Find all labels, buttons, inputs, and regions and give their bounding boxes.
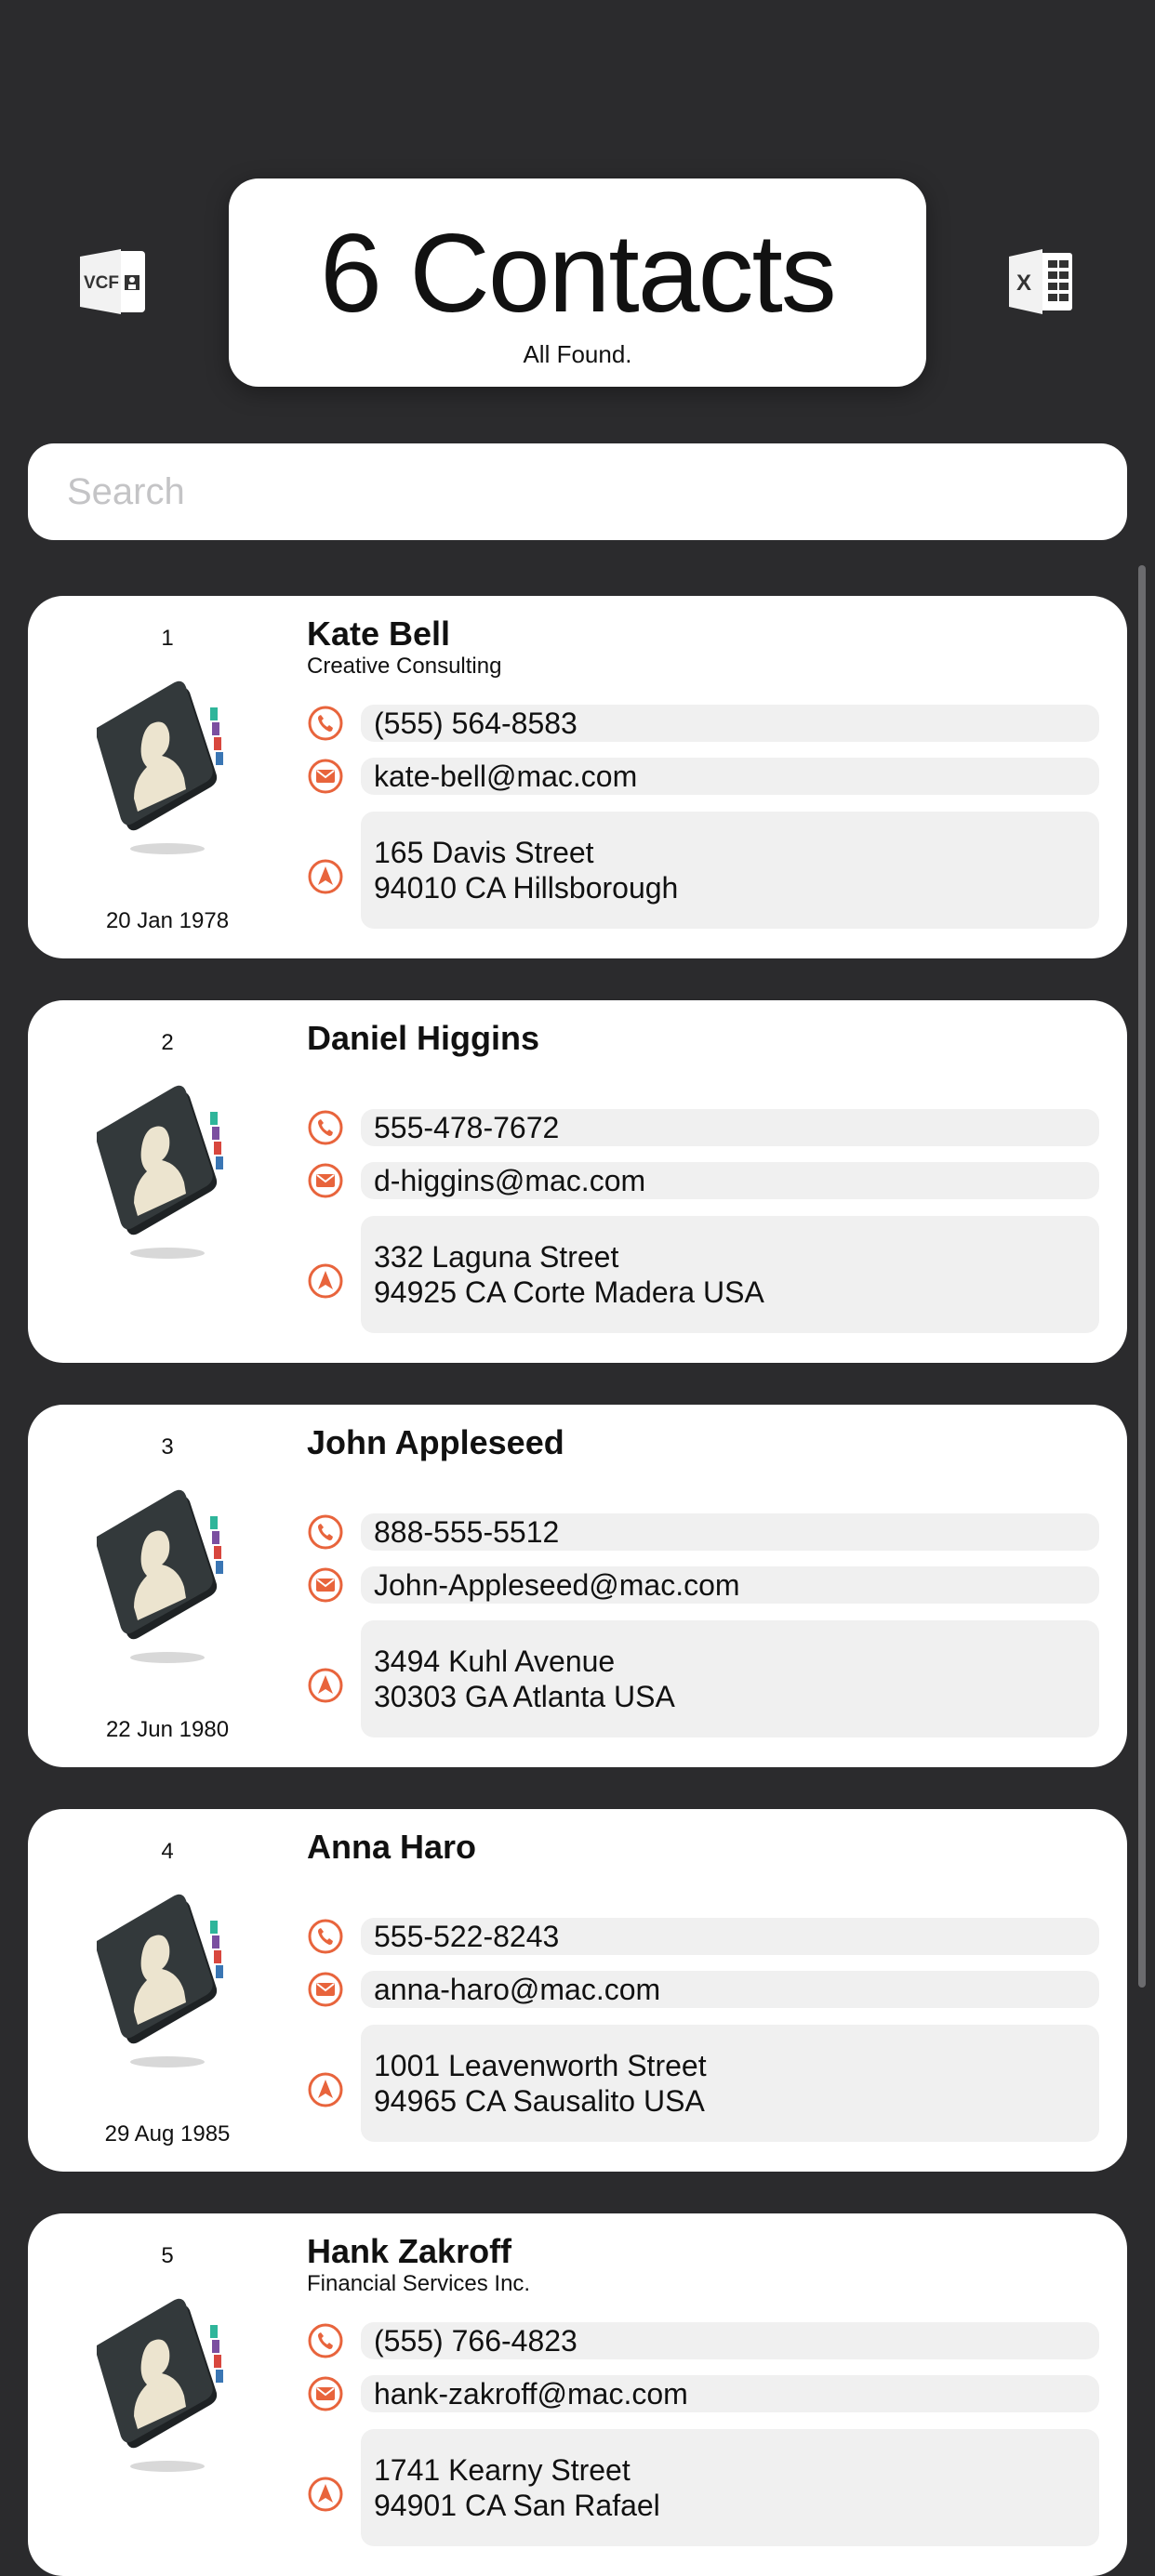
phone-icon[interactable] [307,705,344,742]
contact-name: Daniel Higgins [307,1019,540,1057]
contact-name: Hank Zakroff [307,2232,512,2270]
scrollbar-thumb[interactable] [1138,565,1146,1988]
contact-company: Creative Consulting [307,654,502,679]
contact-birthday: 20 Jan 1978 [105,908,230,933]
excel-export-button[interactable]: X [1002,244,1079,320]
contact-phone[interactable]: 888-555-5512 [361,1513,1099,1551]
address-line-2: 30303 GA Atlanta USA [374,1680,675,1713]
contact-index: 3 [161,1434,174,1460]
address-line-2: 94010 CA Hillsborough [374,871,679,905]
contact-address[interactable]: 165 Davis Street 94010 CA Hillsborough [361,812,1099,929]
contact-address[interactable]: 1741 Kearny Street 94901 CA San Rafael [361,2429,1099,2546]
contact-card[interactable]: 1 20 Jan 1978 Kate Bell Creative Consult… [28,596,1127,958]
contact-name: Anna Haro [307,1828,477,1866]
contact-email[interactable]: hank-zakroff@mac.com [361,2375,1099,2412]
contacts-count-title: 6 Contacts [320,211,837,336]
contact-birthday: 22 Jun 1980 [105,1717,230,1742]
contact-avatar-icon [97,1489,223,1663]
contact-index: 1 [161,626,174,651]
address-line-1: 3494 Kuhl Avenue [374,1645,616,1678]
contact-birthday: 29 Aug 1985 [104,2121,231,2147]
contact-card[interactable]: 3 22 Jun 1980 John Appleseed 888-555-551… [28,1405,1127,1767]
search-bar[interactable] [28,443,1127,540]
excel-label: X [1016,271,1031,296]
contact-card[interactable]: 4 29 Aug 1985 Anna Haro 555-522-8243 ann… [28,1809,1127,2172]
vcf-label: VCF [84,273,119,293]
phone-icon[interactable] [307,1918,344,1955]
email-icon[interactable] [307,2375,344,2412]
contact-phone[interactable]: 555-522-8243 [361,1918,1099,1955]
contact-index: 2 [161,1030,174,1055]
location-arrow-icon[interactable] [307,858,344,895]
address-line-2: 94901 CA San Rafael [374,2489,660,2522]
location-arrow-icon[interactable] [307,1667,344,1704]
phone-icon[interactable] [307,1109,344,1146]
contact-address[interactable]: 332 Laguna Street 94925 CA Corte Madera … [361,1216,1099,1333]
contact-email[interactable]: anna-haro@mac.com [361,1971,1099,2008]
location-arrow-icon[interactable] [307,2071,344,2108]
address-line-2: 94925 CA Corte Madera USA [374,1275,764,1309]
vcf-file-icon: VCF [80,249,145,314]
contact-name: John Appleseed [307,1423,564,1461]
contact-address[interactable]: 3494 Kuhl Avenue 30303 GA Atlanta USA [361,1620,1099,1737]
search-input[interactable] [65,469,1090,514]
address-line-1: 1741 Kearny Street [374,2453,631,2487]
contact-index: 4 [161,1839,174,1864]
email-icon[interactable] [307,1566,344,1604]
address-line-1: 165 Davis Street [374,836,594,869]
contact-index: 5 [161,2243,174,2268]
address-line-1: 1001 Leavenworth Street [374,2049,707,2082]
location-arrow-icon[interactable] [307,1262,344,1300]
contacts-count-card: 6 Contacts All Found. [229,178,926,387]
vcf-export-button[interactable]: VCF [75,244,152,320]
contact-email[interactable]: kate-bell@mac.com [361,758,1099,795]
contact-card[interactable]: 2 Daniel Higgins 555-478-7672 d-higgins@… [28,1000,1127,1363]
contact-card[interactable]: 5 Hank Zakroff Financial Services Inc. (… [28,2213,1127,2576]
address-line-2: 94965 CA Sausalito USA [374,2084,705,2118]
excel-file-icon: X [1009,249,1072,314]
contacts-status-subtitle: All Found. [523,340,632,368]
contact-company: Financial Services Inc. [307,2271,531,2296]
email-icon[interactable] [307,1162,344,1199]
phone-icon[interactable] [307,2322,344,2359]
contact-phone[interactable]: (555) 564-8583 [361,705,1099,742]
contact-avatar-icon [97,1894,223,2067]
contact-avatar-icon [97,680,223,854]
contact-phone[interactable]: (555) 766-4823 [361,2322,1099,2359]
contact-avatar-icon [97,2298,223,2472]
address-line-1: 332 Laguna Street [374,1240,619,1274]
contact-email[interactable]: John-Appleseed@mac.com [361,1566,1099,1604]
contact-phone[interactable]: 555-478-7672 [361,1109,1099,1146]
location-arrow-icon[interactable] [307,2476,344,2513]
contact-address[interactable]: 1001 Leavenworth Street 94965 CA Sausali… [361,2025,1099,2142]
contact-name: Kate Bell [307,614,451,653]
email-icon[interactable] [307,758,344,795]
phone-icon[interactable] [307,1513,344,1551]
contact-avatar-icon [97,1085,223,1259]
email-icon[interactable] [307,1971,344,2008]
contact-email[interactable]: d-higgins@mac.com [361,1162,1099,1199]
